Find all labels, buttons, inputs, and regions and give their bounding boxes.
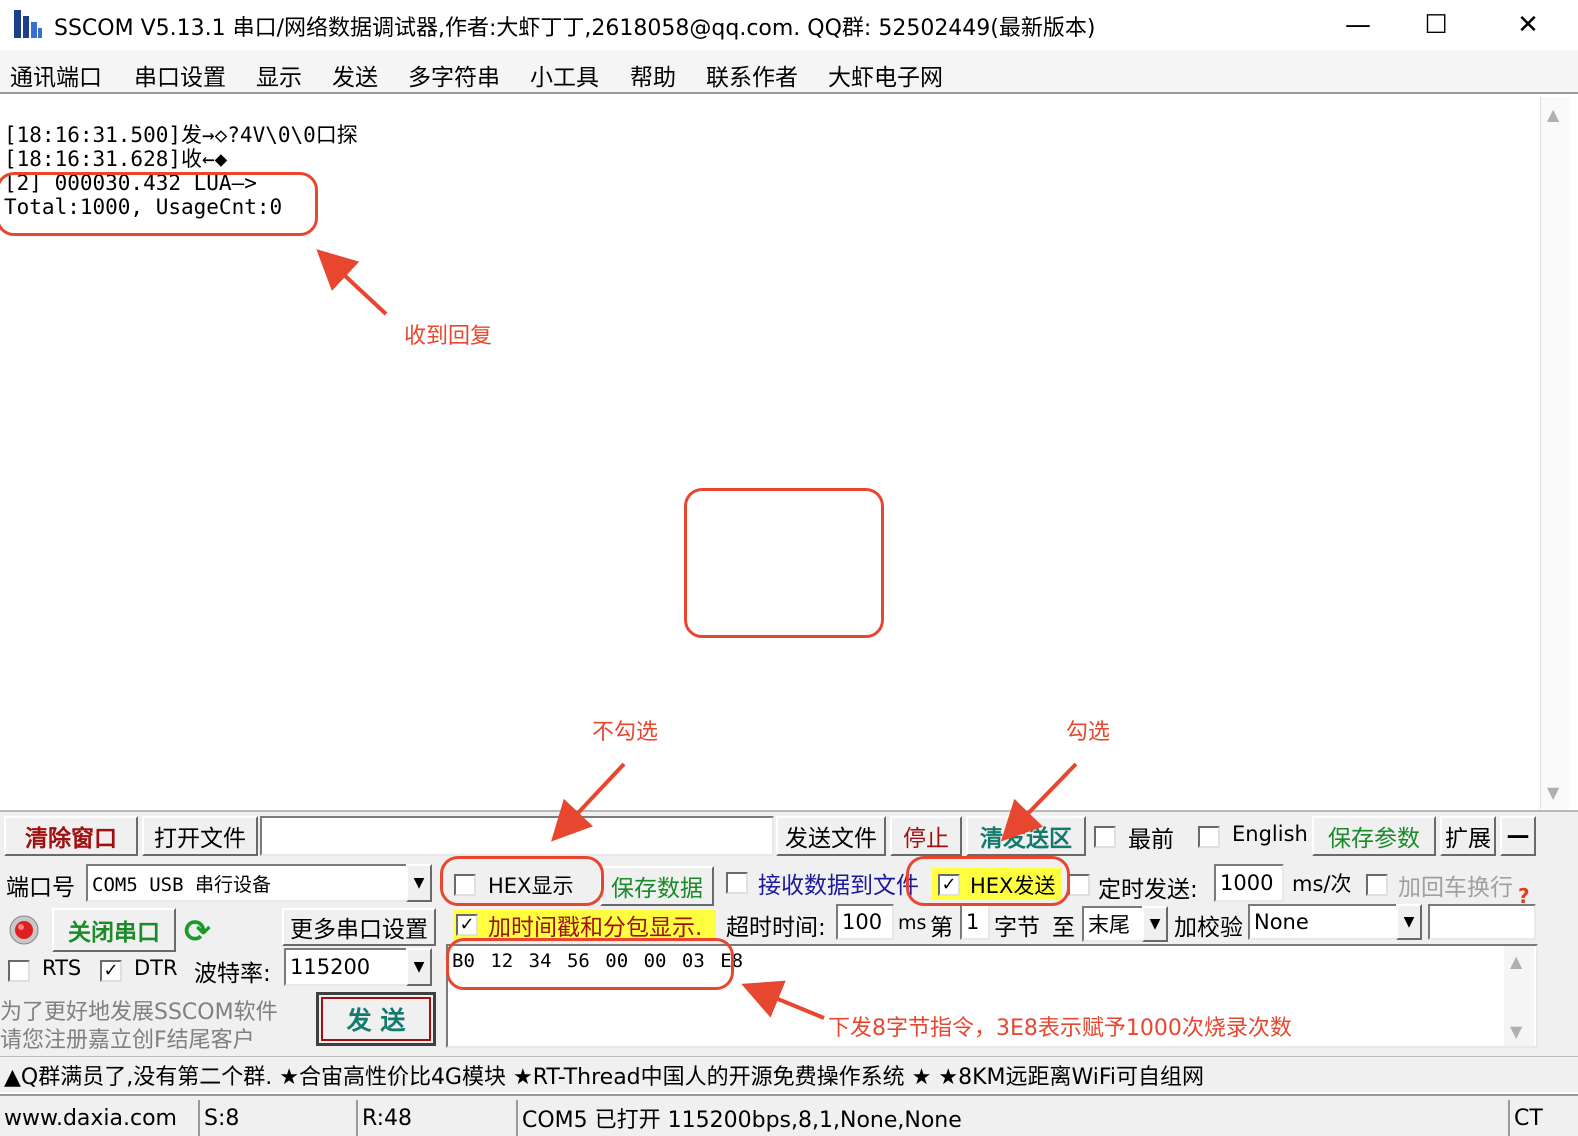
checksum-select[interactable]: None xyxy=(1248,904,1398,940)
timestamp-checkbox[interactable]: ✓ xyxy=(456,914,478,936)
byte-unit-label: 字节 xyxy=(994,915,1040,941)
baud-label: 波特率: xyxy=(194,961,271,987)
send-scroll-down-icon[interactable]: ▼ xyxy=(1510,1022,1522,1041)
byte-to-select[interactable]: 末尾 xyxy=(1082,906,1144,942)
timed-send-label: 定时发送: xyxy=(1098,877,1198,903)
expand-button[interactable]: 扩展 xyxy=(1440,816,1496,856)
timeout-unit: ms xyxy=(898,912,927,934)
marquee-ticker[interactable]: ▲Q群满员了,没有第二个群. ★合宙高性价比4G模块 ★RT-Thread中国人… xyxy=(0,1056,1578,1092)
to-label: 至 xyxy=(1052,915,1075,941)
refresh-icon[interactable]: ⟳ xyxy=(184,912,218,950)
status-website[interactable]: www.daxia.com xyxy=(0,1100,196,1136)
send-command-highlight-box xyxy=(446,938,734,990)
status-port-state: COM5 已打开 115200bps,8,1,None,None xyxy=(516,1100,1506,1136)
port-select[interactable]: COM5 USB 串行设备 xyxy=(86,864,408,902)
dtr-label: DTR xyxy=(134,956,178,980)
checksum-label: 加校验 xyxy=(1174,915,1243,941)
window-title: SSCOM V5.13.1 串口/网络数据调试器,作者:大虾丁丁,2618058… xyxy=(54,16,1096,41)
baud-select[interactable]: 115200 xyxy=(284,948,408,986)
port-status-icon xyxy=(8,914,40,946)
interval-unit: ms/次 xyxy=(1292,872,1352,896)
byte-from-label: 第 xyxy=(930,915,953,941)
title-bar: SSCOM V5.13.1 串口/网络数据调试器,作者:大虾丁丁,2618058… xyxy=(0,0,1578,50)
status-sent-count: S:8 xyxy=(198,1100,354,1136)
file-path-input[interactable] xyxy=(260,816,774,856)
menu-comm-port[interactable]: 通讯端口 xyxy=(10,58,102,92)
reply-annotation: 收到回复 xyxy=(404,324,493,349)
save-params-button[interactable]: 保存参数 xyxy=(1312,816,1436,856)
checksum-result-field xyxy=(1428,904,1536,940)
more-port-settings-button[interactable]: 更多串口设置 xyxy=(282,908,436,946)
scroll-up-icon[interactable]: ▲ xyxy=(1547,105,1559,124)
scroll-down-icon[interactable]: ▼ xyxy=(1547,783,1559,802)
reply-highlight-box xyxy=(0,172,318,236)
receive-to-file-label: 接收数据到文件 xyxy=(758,873,919,899)
menu-bar: 通讯端口 串口设置 显示 发送 多字符串 小工具 帮助 联系作者 大虾电子网 xyxy=(0,50,1578,94)
add-crlf-checkbox[interactable] xyxy=(1366,874,1388,896)
open-file-button[interactable]: 打开文件 xyxy=(142,816,258,856)
clear-window-button[interactable]: 清除窗口 xyxy=(4,816,138,856)
send-button[interactable]: 发 送 xyxy=(316,992,436,1046)
stop-button[interactable]: 停止 xyxy=(890,816,962,856)
menu-port-settings[interactable]: 串口设置 xyxy=(134,58,226,92)
receive-line: [18:16:31.500]发→◇?4V\0\0口探 xyxy=(4,123,358,147)
menu-daxia-site[interactable]: 大虾电子网 xyxy=(828,58,943,92)
collapse-button[interactable]: — xyxy=(1500,816,1536,856)
menu-display[interactable]: 显示 xyxy=(256,58,302,92)
byte-from-input[interactable]: 1 xyxy=(960,904,990,940)
checksum-dropdown-icon[interactable]: ▼ xyxy=(1396,904,1422,940)
dtr-checkbox[interactable]: ✓ xyxy=(100,960,122,982)
menu-tools[interactable]: 小工具 xyxy=(530,58,599,92)
port-dropdown-icon[interactable]: ▼ xyxy=(406,864,432,902)
menu-contact-author[interactable]: 联系作者 xyxy=(706,58,798,92)
save-data-button[interactable]: 保存数据 xyxy=(600,866,714,906)
hex-display-annotation: 不勾选 xyxy=(592,720,659,745)
topmost-checkbox[interactable] xyxy=(1094,826,1116,848)
hex-send-highlight-box xyxy=(906,856,1070,906)
topmost-label: 最前 xyxy=(1128,827,1174,853)
baud-dropdown-icon[interactable]: ▼ xyxy=(406,948,432,986)
menu-send[interactable]: 发送 xyxy=(332,58,378,92)
maximize-button[interactable]: ☐ xyxy=(1390,0,1482,50)
hex-display-highlight-box xyxy=(440,856,604,906)
empty-highlight-box xyxy=(684,488,884,638)
add-crlf-label: 加回车换行 xyxy=(1398,875,1513,901)
close-port-button[interactable]: 关闭串口 xyxy=(52,908,176,952)
clear-send-button[interactable]: 清发送区 xyxy=(966,816,1086,856)
close-button[interactable]: ✕ xyxy=(1482,0,1574,50)
receive-line: [18:16:31.628]收←◆ xyxy=(4,147,228,171)
menu-multi-string[interactable]: 多字符串 xyxy=(408,58,500,92)
send-command-annotation: 下发8字节指令，3E8表示赋予1000次烧录次数 xyxy=(828,1016,1292,1041)
promo-line-2[interactable]: 请您注册嘉立创F结尾客户 xyxy=(0,1022,255,1054)
english-label: English xyxy=(1232,822,1308,846)
interval-input[interactable]: 1000 xyxy=(1214,864,1284,902)
receive-to-file-checkbox[interactable] xyxy=(726,872,748,894)
english-checkbox[interactable] xyxy=(1198,826,1220,848)
timeout-input[interactable]: 100 xyxy=(836,904,894,940)
app-icon xyxy=(12,8,44,40)
send-scrollbar[interactable]: ▲ ▼ xyxy=(1504,946,1534,1046)
timeout-label: 超时时间: xyxy=(726,915,826,941)
hex-send-annotation: 勾选 xyxy=(1066,720,1111,745)
timestamp-label: 加时间戳和分包显示. xyxy=(488,915,703,941)
send-file-button[interactable]: 发送文件 xyxy=(776,816,886,856)
status-bar: www.daxia.com S:8 R:48 COM5 已打开 115200bp… xyxy=(0,1094,1578,1136)
timed-send-checkbox[interactable] xyxy=(1068,874,1090,896)
byte-to-dropdown-icon[interactable]: ▼ xyxy=(1142,906,1168,942)
status-received-count: R:48 xyxy=(356,1100,514,1136)
rts-checkbox[interactable] xyxy=(8,960,30,982)
port-label: 端口号 xyxy=(6,875,75,901)
receive-scrollbar[interactable]: ▲ ▼ xyxy=(1540,97,1570,809)
send-scroll-up-icon[interactable]: ▲ xyxy=(1510,952,1522,971)
menu-help[interactable]: 帮助 xyxy=(630,58,676,92)
rts-label: RTS xyxy=(42,956,82,980)
status-cts: CT xyxy=(1508,1100,1578,1136)
